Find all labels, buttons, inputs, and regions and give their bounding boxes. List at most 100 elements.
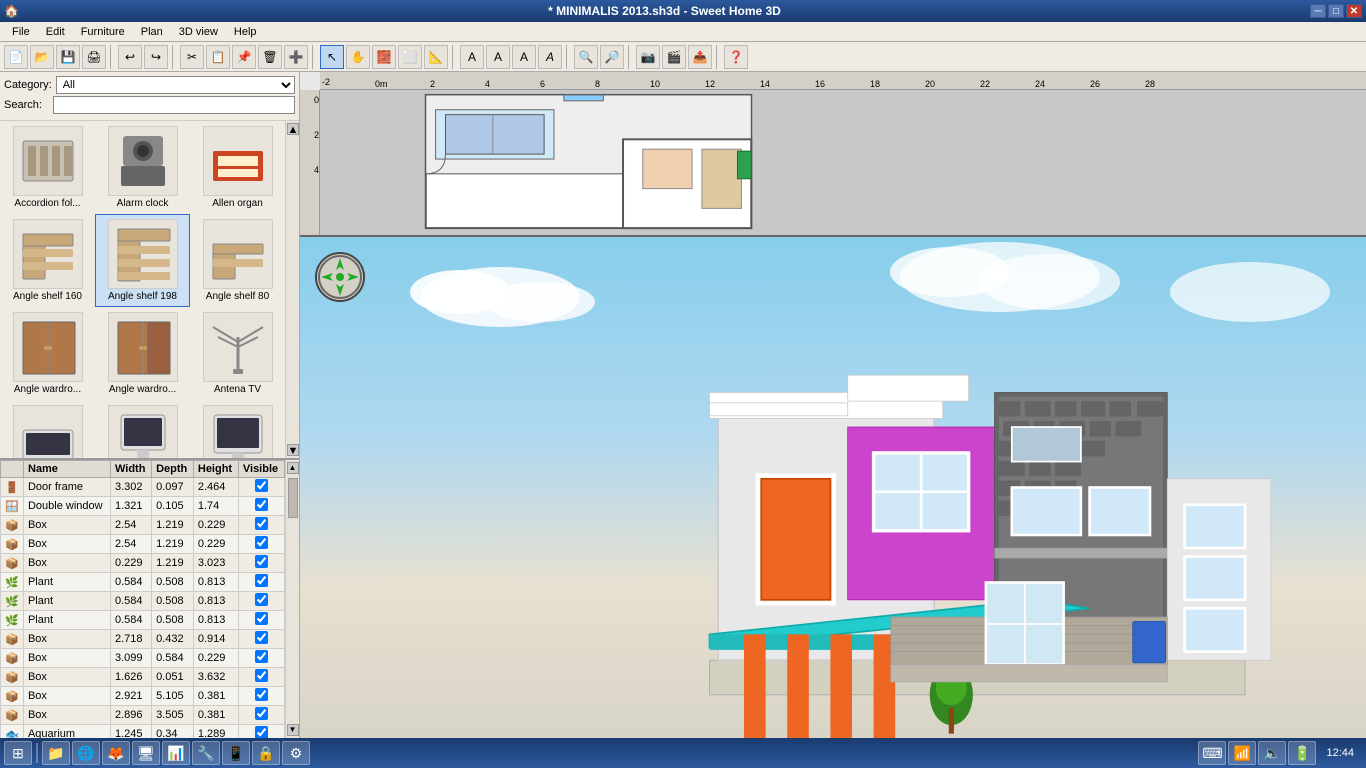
close-button[interactable]: ✕	[1346, 4, 1362, 18]
prop-scrollbar-thumb[interactable]	[288, 478, 298, 518]
row-visible[interactable]	[238, 516, 284, 535]
text-a4[interactable]: A	[538, 45, 562, 69]
text-a2[interactable]: A	[486, 45, 510, 69]
copy-button[interactable]: 📋	[206, 45, 230, 69]
cut-button[interactable]: ✂	[180, 45, 204, 69]
menu-3d_view[interactable]: 3D view	[171, 24, 226, 40]
pan-tool[interactable]: ✋	[346, 45, 370, 69]
table-row[interactable]: 🌿 Plant 0.584 0.508 0.813	[1, 573, 285, 592]
visibility-checkbox[interactable]	[255, 574, 268, 587]
row-visible[interactable]	[238, 630, 284, 649]
video-button[interactable]: 🎬	[662, 45, 686, 69]
dimension-tool[interactable]: 📐	[424, 45, 448, 69]
visibility-checkbox[interactable]	[255, 593, 268, 606]
row-visible[interactable]	[238, 554, 284, 573]
prop-scroll-up[interactable]: ▲	[287, 462, 299, 474]
furniture-accordion[interactable]: Accordion fol...	[0, 121, 95, 214]
furniture-imac20[interactable]: Apple iMac 20...	[190, 400, 285, 458]
taskbar-firefox[interactable]: 🦊	[102, 741, 130, 765]
table-row[interactable]: 📦 Box 2.54 1.219 0.229	[1, 516, 285, 535]
menu-file[interactable]: File	[4, 24, 38, 40]
scroll-up-btn[interactable]: ▲	[287, 123, 299, 135]
table-row[interactable]: 🌿 Plant 0.584 0.508 0.813	[1, 592, 285, 611]
visibility-checkbox[interactable]	[255, 688, 268, 701]
text-a3[interactable]: A	[512, 45, 536, 69]
row-visible[interactable]	[238, 725, 284, 739]
table-row[interactable]: 📦 Box 2.718 0.432 0.914	[1, 630, 285, 649]
furniture-angleward1[interactable]: Angle wardro...	[0, 307, 95, 400]
navigation-compass[interactable]	[315, 252, 365, 302]
category-select[interactable]: All	[56, 76, 295, 94]
visibility-checkbox[interactable]	[255, 707, 268, 720]
taskbar-app6[interactable]: 🔧	[192, 741, 220, 765]
visibility-checkbox[interactable]	[255, 555, 268, 568]
photo-button[interactable]: 📷	[636, 45, 660, 69]
row-visible[interactable]	[238, 611, 284, 630]
row-visible[interactable]	[238, 497, 284, 516]
wall-tool[interactable]: 🧱	[372, 45, 396, 69]
print-button[interactable]: 🖨	[82, 45, 106, 69]
menu-plan[interactable]: Plan	[133, 24, 171, 40]
undo-button[interactable]: ↩	[118, 45, 142, 69]
furniture-alarm-clock[interactable]: Alarm clock	[95, 121, 190, 214]
add-button[interactable]: ➕	[284, 45, 308, 69]
zoom-in-button[interactable]: 🔍	[574, 45, 598, 69]
row-visible[interactable]	[238, 668, 284, 687]
table-row[interactable]: 📦 Box 3.099 0.584 0.229	[1, 649, 285, 668]
help-button[interactable]: ❓	[724, 45, 748, 69]
row-visible[interactable]	[238, 478, 284, 497]
furniture-allen-organ[interactable]: Allen organ	[190, 121, 285, 214]
table-row[interactable]: 🌿 Plant 0.584 0.508 0.813	[1, 611, 285, 630]
taskbar-battery[interactable]: 🔋	[1288, 741, 1316, 765]
prop-scroll-down[interactable]: ▼	[287, 724, 299, 736]
text-a1[interactable]: A	[460, 45, 484, 69]
search-input[interactable]	[53, 96, 295, 114]
visibility-checkbox[interactable]	[255, 612, 268, 625]
furniture-imac19[interactable]: Apple iMac 19...	[95, 400, 190, 458]
visibility-checkbox[interactable]	[255, 650, 268, 663]
floor-plan[interactable]	[320, 90, 1366, 235]
table-row[interactable]: 📦 Box 2.921 5.105 0.381	[1, 687, 285, 706]
save-button[interactable]: 💾	[56, 45, 80, 69]
visibility-checkbox[interactable]	[255, 631, 268, 644]
menu-edit[interactable]: Edit	[38, 24, 73, 40]
visibility-checkbox[interactable]	[255, 536, 268, 549]
scroll-down-btn[interactable]: ▼	[287, 444, 299, 456]
table-row[interactable]: 📦 Box 2.896 3.505 0.381	[1, 706, 285, 725]
row-visible[interactable]	[238, 649, 284, 668]
start-button[interactable]: ⊞	[4, 741, 32, 765]
row-visible[interactable]	[238, 706, 284, 725]
row-visible[interactable]	[238, 535, 284, 554]
table-row[interactable]: 🚪 Door frame 3.302 0.097 2.464	[1, 478, 285, 497]
table-row[interactable]: 🪟 Double window 1.321 0.105 1.74	[1, 497, 285, 516]
row-visible[interactable]	[238, 592, 284, 611]
taskbar-sound[interactable]: 🔈	[1258, 741, 1286, 765]
zoom-out-button[interactable]: 🔎	[600, 45, 624, 69]
export-button[interactable]: 📤	[688, 45, 712, 69]
row-visible[interactable]	[238, 687, 284, 706]
row-visible[interactable]	[238, 573, 284, 592]
select-tool[interactable]: ↖	[320, 45, 344, 69]
table-row[interactable]: 📦 Box 0.229 1.219 3.023	[1, 554, 285, 573]
taskbar-browser[interactable]: 🌐	[72, 741, 100, 765]
redo-button[interactable]: ↪	[144, 45, 168, 69]
visibility-checkbox[interactable]	[255, 726, 268, 738]
maximize-button[interactable]: □	[1328, 4, 1344, 18]
paste-button[interactable]: 📌	[232, 45, 256, 69]
taskbar-app7[interactable]: 📱	[222, 741, 250, 765]
furniture-ibook[interactable]: Apple iBook	[0, 400, 95, 458]
open-button[interactable]: 📂	[30, 45, 54, 69]
menu-help[interactable]: Help	[226, 24, 265, 40]
visibility-checkbox[interactable]	[255, 479, 268, 492]
taskbar-network[interactable]: 📶	[1228, 741, 1256, 765]
furniture-antena[interactable]: Antena TV	[190, 307, 285, 400]
3d-view-panel[interactable]	[300, 237, 1366, 738]
taskbar-app9[interactable]: ⚙	[282, 741, 310, 765]
visibility-checkbox[interactable]	[255, 498, 268, 511]
compass-circle[interactable]	[315, 252, 365, 302]
new-button[interactable]: 📄	[4, 45, 28, 69]
taskbar-files[interactable]: 📁	[42, 741, 70, 765]
minimize-button[interactable]: ─	[1310, 4, 1326, 18]
taskbar-app5[interactable]: 📊	[162, 741, 190, 765]
visibility-checkbox[interactable]	[255, 517, 268, 530]
